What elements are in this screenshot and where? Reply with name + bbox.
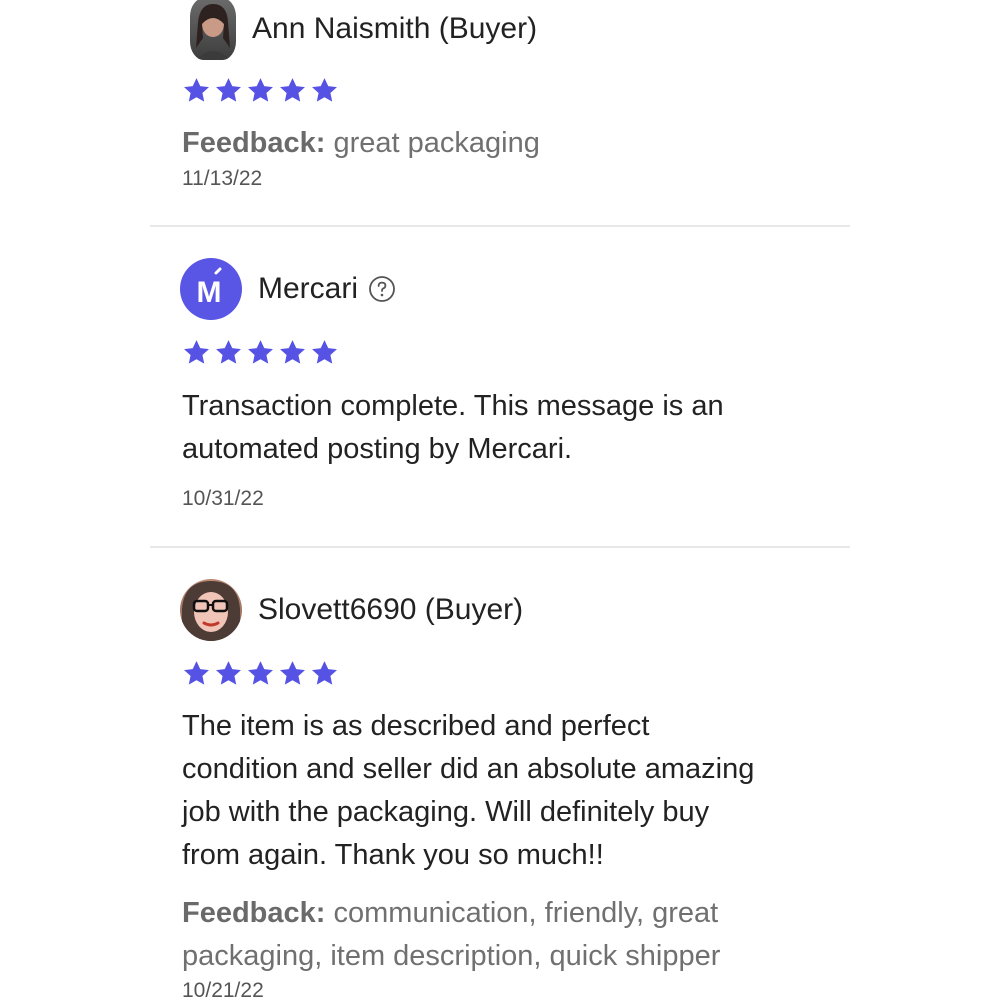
star-rating: [182, 659, 339, 688]
star-icon: [280, 340, 305, 364]
mercari-logo-avatar[interactable]: M: [180, 258, 242, 320]
star-icon: [248, 340, 273, 364]
feedback-tags-line: packaging, item description, quick shipp…: [182, 940, 721, 972]
star-icon: [184, 340, 209, 364]
question-circle-icon[interactable]: [368, 275, 396, 303]
review-text: Transaction complete. This message is an…: [182, 385, 822, 471]
star-icon: [184, 661, 209, 685]
star-rating: [182, 338, 339, 367]
reviewer-name[interactable]: Slovett6690 (Buyer): [258, 593, 523, 627]
review-header: M Mercari: [180, 258, 396, 320]
review-date: 11/13/22: [182, 167, 263, 190]
review-text-line: Transaction complete. This message is an: [182, 390, 724, 422]
review-header: Ann Naismith (Buyer): [190, 0, 537, 60]
review-divider: [150, 225, 850, 227]
star-icon: [312, 340, 337, 364]
review-feedback: Feedback: great packaging: [182, 122, 822, 165]
star-icon: [312, 78, 337, 102]
review-date: 10/31/22: [182, 487, 264, 510]
feedback-tags: great packaging: [333, 127, 540, 159]
reviewer-avatar[interactable]: [190, 0, 236, 60]
review-header: Slovett6690 (Buyer): [180, 579, 523, 641]
star-icon: [184, 78, 209, 102]
star-icon: [280, 661, 305, 685]
review-text: The item is as described and perfect con…: [182, 705, 822, 877]
feedback-tags-line: communication, friendly, great: [333, 897, 719, 929]
review-date: 10/21/22: [182, 979, 264, 1002]
review-text-line: automated posting by Mercari.: [182, 433, 573, 465]
star-icon: [216, 661, 241, 685]
review-text-line: The item is as described and perfect: [182, 710, 650, 742]
star-rating: [182, 76, 339, 105]
review-text-line: job with the packaging. Will definitely …: [182, 796, 710, 828]
review-feedback: Feedback: communication, friendly, great…: [182, 892, 822, 978]
star-icon: [216, 78, 241, 102]
reviewer-name[interactable]: Mercari: [258, 272, 358, 306]
star-icon: [312, 661, 337, 685]
mercari-logo-letter: M: [197, 276, 222, 309]
star-icon: [280, 78, 305, 102]
feedback-label: Feedback:: [182, 897, 326, 929]
star-icon: [248, 661, 273, 685]
feedback-label: Feedback:: [182, 127, 326, 159]
star-icon: [248, 78, 273, 102]
review-text-line: from again. Thank you so much!!: [182, 839, 604, 871]
star-icon: [216, 340, 241, 364]
reviewer-avatar[interactable]: [180, 579, 242, 641]
review-text-line: condition and seller did an absolute ama…: [182, 753, 755, 785]
review-divider: [150, 546, 850, 548]
reviewer-name[interactable]: Ann Naismith (Buyer): [252, 12, 537, 46]
